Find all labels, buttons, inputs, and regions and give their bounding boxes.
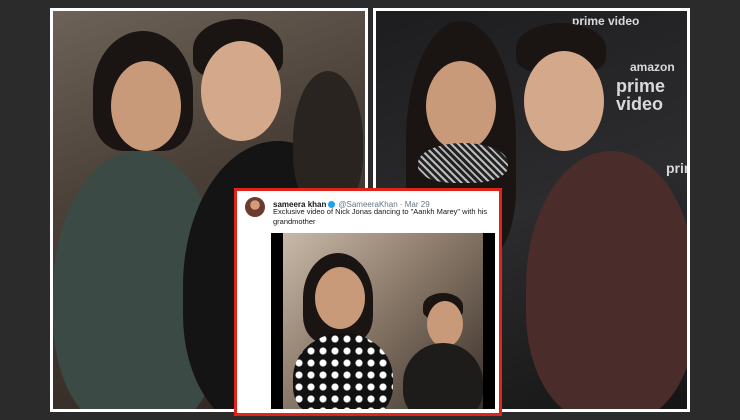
woman-face bbox=[111, 61, 181, 151]
man-shirt bbox=[403, 343, 483, 409]
woman-necklace bbox=[418, 143, 508, 183]
man-jacket bbox=[526, 151, 687, 409]
video-frame bbox=[283, 233, 483, 409]
backdrop-text-amazon: amazon bbox=[630, 60, 675, 74]
woman-face bbox=[315, 267, 365, 329]
backdrop-text-prime: prime video bbox=[616, 76, 666, 114]
tweet-text: Exclusive video of Nick Jonas dancing to… bbox=[273, 207, 488, 226]
tweet-video[interactable] bbox=[271, 233, 495, 409]
polka-dot-dress bbox=[293, 333, 393, 409]
avatar[interactable] bbox=[245, 197, 265, 217]
man-face bbox=[201, 41, 281, 141]
tweet-card: sameera khan @SameeraKhan · Mar 29 Exclus… bbox=[234, 188, 502, 416]
man-face bbox=[524, 51, 604, 151]
man-face bbox=[427, 301, 463, 347]
woman-face bbox=[426, 61, 496, 151]
backdrop-text-bottom: prim bbox=[666, 160, 687, 176]
